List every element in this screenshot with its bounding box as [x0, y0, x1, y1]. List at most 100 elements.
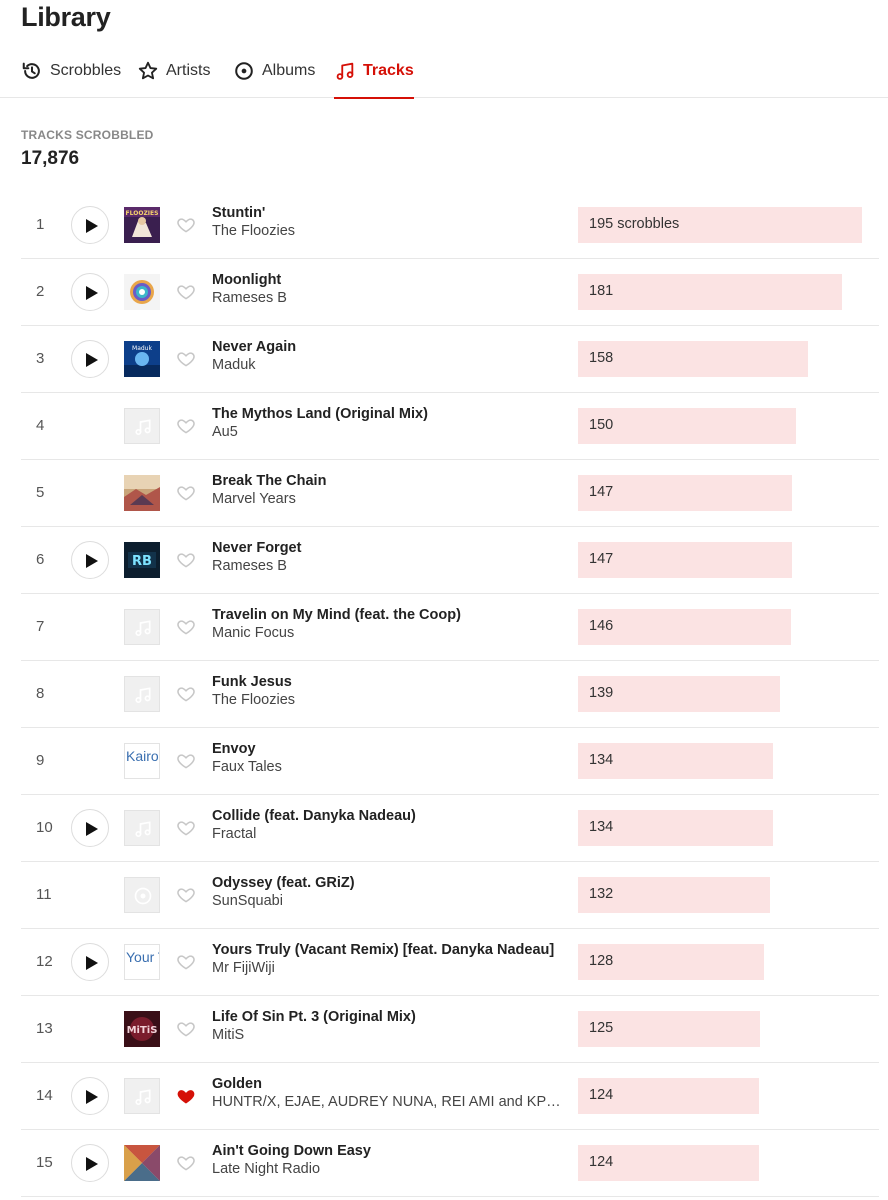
table-row[interactable]: 2 Moonlight Rameses B 181 [21, 259, 879, 326]
album-art[interactable]: Maduk [124, 341, 160, 377]
track-title[interactable]: Travelin on My Mind (feat. the Coop) [212, 607, 461, 623]
table-row[interactable]: 3 Maduk Never Again Maduk 158 [21, 326, 879, 393]
tab-albums[interactable]: Albums [233, 52, 315, 98]
track-artist[interactable]: Late Night Radio [212, 1161, 320, 1177]
track-title[interactable]: Yours Truly (Vacant Remix) [feat. Danyka… [212, 942, 554, 958]
scrobble-count-bar[interactable]: 146 [578, 609, 791, 645]
love-heart-icon[interactable] [176, 215, 196, 235]
tab-scrobbles[interactable]: Scrobbles [21, 52, 121, 98]
track-artist[interactable]: Fractal [212, 826, 256, 842]
album-art[interactable] [124, 1145, 160, 1181]
scrobble-count-bar[interactable]: 125 [578, 1011, 760, 1047]
love-heart-icon[interactable] [176, 684, 196, 704]
table-row[interactable]: 8 Funk Jesus The Floozies 139 [21, 661, 879, 728]
track-artist[interactable]: Faux Tales [212, 759, 282, 775]
track-title[interactable]: Funk Jesus [212, 674, 292, 690]
play-button[interactable] [71, 340, 109, 378]
scrobble-count-bar[interactable]: 181 [578, 274, 842, 310]
scrobble-count-bar[interactable]: 195 scrobbles [578, 207, 862, 243]
love-heart-icon[interactable] [176, 550, 196, 570]
track-artist[interactable]: Maduk [212, 357, 256, 373]
scrobble-count-bar[interactable]: 150 [578, 408, 796, 444]
scrobble-count-bar[interactable]: 158 [578, 341, 808, 377]
table-row[interactable]: 15 Ain't Going Down Easy Late Night Radio 1… [21, 1130, 879, 1197]
track-title[interactable]: Stuntin' [212, 205, 265, 221]
track-artist[interactable]: The Floozies [212, 692, 295, 708]
table-row[interactable]: 1 FLOOZIES Stuntin' The Floozies 195 scrobbl… [21, 192, 879, 259]
table-row[interactable]: 9 Kairo Envoy Faux Tales 134 [21, 728, 879, 795]
album-art[interactable] [124, 877, 160, 913]
play-button[interactable] [71, 273, 109, 311]
play-button[interactable] [71, 1077, 109, 1115]
play-button[interactable] [71, 206, 109, 244]
track-title[interactable]: Moonlight [212, 272, 281, 288]
track-artist[interactable]: Manic Focus [212, 625, 294, 641]
play-button[interactable] [71, 1144, 109, 1182]
table-row[interactable]: 12 Your Trul Yours Truly (Vacant Remix) [f… [21, 929, 879, 996]
love-heart-icon[interactable] [176, 1019, 196, 1039]
love-heart-icon[interactable] [176, 751, 196, 771]
love-heart-icon[interactable] [176, 1153, 196, 1173]
album-art[interactable]: MiTiS [124, 1011, 160, 1047]
tab-artists[interactable]: Artists [137, 52, 210, 98]
table-row[interactable]: 6 RB Never Forget Rameses B 147 [21, 527, 879, 594]
track-title[interactable]: Golden [212, 1076, 262, 1092]
track-title[interactable]: Collide (feat. Danyka Nadeau) [212, 808, 416, 824]
scrobble-count-bar[interactable]: 139 [578, 676, 780, 712]
love-heart-icon[interactable] [176, 349, 196, 369]
track-artist[interactable]: Rameses B [212, 558, 287, 574]
scrobble-count-bar[interactable]: 132 [578, 877, 770, 913]
track-title[interactable]: Break The Chain [212, 473, 326, 489]
scrobble-count-bar[interactable]: 134 [578, 810, 773, 846]
scrobble-count-bar[interactable]: 147 [578, 475, 792, 511]
love-heart-icon[interactable] [176, 885, 196, 905]
play-button[interactable] [71, 541, 109, 579]
track-title[interactable]: The Mythos Land (Original Mix) [212, 406, 428, 422]
album-art[interactable]: RB [124, 542, 160, 578]
table-row[interactable]: 11 Odyssey (feat. GRiZ) SunSquabi 132 [21, 862, 879, 929]
scrobble-count-bar[interactable]: 147 [578, 542, 792, 578]
track-title[interactable]: Life Of Sin Pt. 3 (Original Mix) [212, 1009, 416, 1025]
track-artist[interactable]: Mr FijiWiji [212, 960, 275, 976]
track-title[interactable]: Envoy [212, 741, 256, 757]
track-artist[interactable]: SunSquabi [212, 893, 283, 909]
track-artist[interactable]: MitiS [212, 1027, 244, 1043]
album-art[interactable]: FLOOZIES [124, 207, 160, 243]
track-artist[interactable]: Au5 [212, 424, 238, 440]
track-artist[interactable]: Marvel Years [212, 491, 296, 507]
love-heart-icon[interactable] [176, 483, 196, 503]
table-row[interactable]: 4 The Mythos Land (Original Mix) Au5 150 [21, 393, 879, 460]
table-row[interactable]: 5 Break The Chain Marvel Years 147 [21, 460, 879, 527]
love-heart-icon[interactable] [176, 617, 196, 637]
album-art[interactable] [124, 810, 160, 846]
play-button[interactable] [71, 943, 109, 981]
album-art[interactable] [124, 609, 160, 645]
track-title[interactable]: Never Again [212, 339, 296, 355]
album-art[interactable] [124, 1078, 160, 1114]
track-artist[interactable]: Rameses B [212, 290, 287, 306]
scrobble-count-bar[interactable]: 124 [578, 1078, 759, 1114]
table-row[interactable]: 7 Travelin on My Mind (feat. the Coop) Man… [21, 594, 879, 661]
track-title[interactable]: Odyssey (feat. GRiZ) [212, 875, 355, 891]
track-artist[interactable]: The Floozies [212, 223, 295, 239]
album-art[interactable] [124, 475, 160, 511]
love-heart-icon[interactable] [176, 282, 196, 302]
album-art[interactable] [124, 274, 160, 310]
tab-tracks[interactable]: Tracks [334, 52, 414, 99]
track-title[interactable]: Never Forget [212, 540, 301, 556]
album-art[interactable] [124, 408, 160, 444]
table-row[interactable]: 13 MiTiS Life Of Sin Pt. 3 (Original Mix) M… [21, 996, 879, 1063]
table-row[interactable]: 14 Golden HUNTR/X, EJAE, AUDREY NUNA, REI … [21, 1063, 879, 1130]
album-art[interactable] [124, 676, 160, 712]
track-title[interactable]: Ain't Going Down Easy [212, 1143, 371, 1159]
scrobble-count-bar[interactable]: 124 [578, 1145, 759, 1181]
love-heart-icon[interactable] [176, 952, 196, 972]
play-button[interactable] [71, 809, 109, 847]
love-heart-icon[interactable] [176, 416, 196, 436]
scrobble-count-bar[interactable]: 128 [578, 944, 764, 980]
track-artist[interactable]: HUNTR/X, EJAE, AUDREY NUNA, REI AMI and … [212, 1094, 562, 1110]
love-heart-icon[interactable] [176, 818, 196, 838]
loved-heart-icon[interactable] [176, 1086, 196, 1106]
table-row[interactable]: 10 Collide (feat. Danyka Nadeau) Fractal 13… [21, 795, 879, 862]
album-art[interactable]: Kairo [124, 743, 160, 779]
